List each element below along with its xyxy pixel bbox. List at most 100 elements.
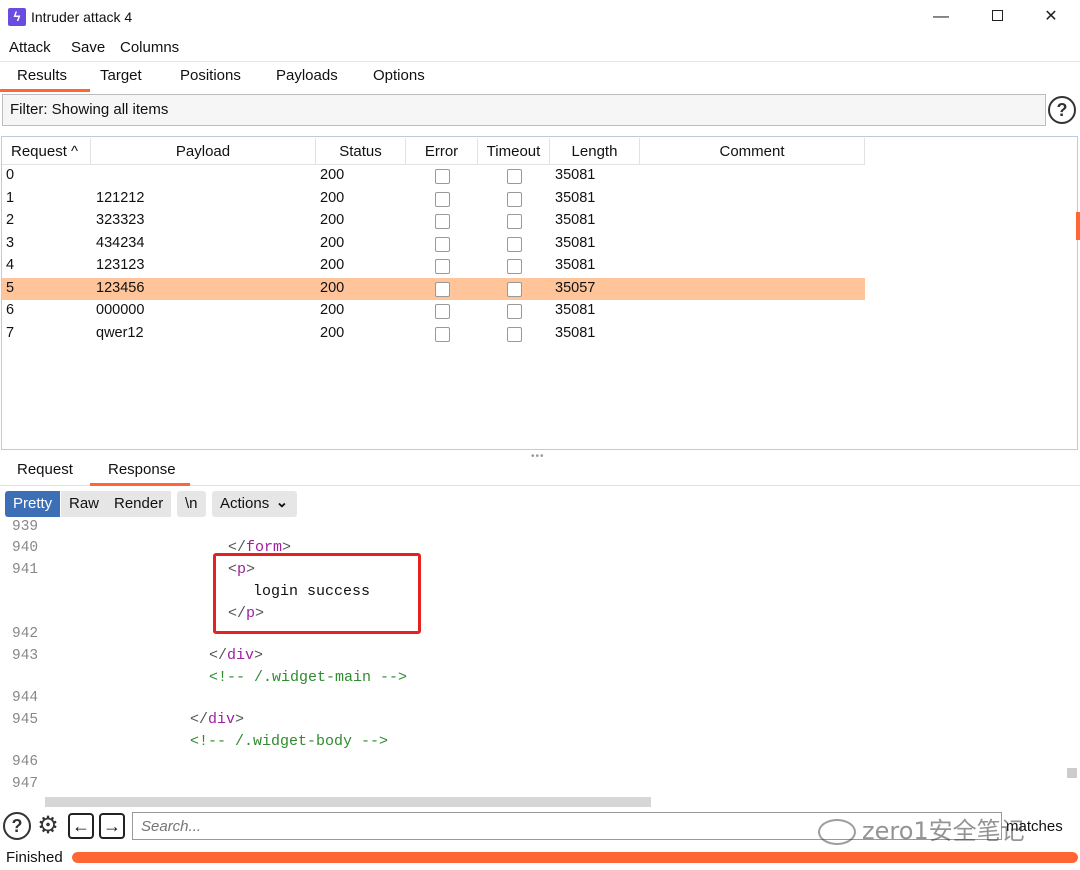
column-header-status[interactable]: Status	[316, 138, 406, 165]
menu-bar: Attack Save Columns	[0, 34, 1080, 60]
response-editor[interactable]: 939 940 941 942 943 944 945 946 947 </fo…	[0, 519, 1080, 810]
results-table: Request ^ Payload Status Error Timeout L…	[1, 136, 1078, 450]
filter-help-icon[interactable]: ?	[1048, 96, 1076, 124]
cell-payload: 323323	[96, 212, 145, 228]
maximize-button[interactable]	[974, 4, 1020, 30]
cell-payload: 123456	[96, 279, 145, 296]
table-row[interactable]: 1 121212 200 35081	[2, 188, 865, 211]
actions-dropdown[interactable]: Actions ⌄	[212, 491, 298, 517]
raw-button[interactable]: Raw	[61, 491, 108, 517]
error-checkbox[interactable]	[435, 281, 450, 297]
cell-length: 35081	[555, 324, 596, 341]
tab-options[interactable]: Options	[373, 67, 425, 84]
timeout-checkbox[interactable]	[507, 326, 522, 342]
table-row[interactable]: 4 123123 200 35081	[2, 255, 865, 278]
table-row[interactable]: 0 200 35081	[2, 165, 865, 188]
cell-status: 200	[320, 167, 345, 183]
highlight-annotation-box	[213, 553, 421, 634]
tab-request[interactable]: Request	[17, 461, 73, 478]
line-number: 943	[12, 648, 39, 664]
cell-length: 35081	[555, 212, 596, 228]
tab-results[interactable]: Results	[17, 67, 67, 84]
code-line-div-close: </div>	[209, 647, 264, 664]
line-number: 942	[12, 626, 39, 642]
next-match-button[interactable]: →	[99, 813, 125, 839]
status-text: Finished	[6, 849, 63, 866]
gear-icon[interactable]: ⚙	[34, 812, 62, 840]
horizontal-scrollbar[interactable]	[45, 797, 651, 807]
actions-label: Actions	[220, 495, 270, 512]
column-header-timeout[interactable]: Timeout	[478, 138, 550, 165]
line-number: 944	[12, 690, 39, 706]
wechat-icon	[818, 819, 856, 845]
error-checkbox[interactable]	[435, 259, 450, 274]
column-header-payload[interactable]: Payload	[91, 138, 316, 165]
cell-length: 35057	[555, 279, 596, 296]
main-tabs: Results Target Positions Payloads Option…	[0, 61, 1080, 92]
chevron-down-icon: ⌄	[275, 494, 289, 511]
table-row[interactable]: 3 434234 200 35081	[2, 233, 865, 256]
close-button[interactable]: ✕	[1028, 4, 1074, 30]
table-row[interactable]: 5 123456 200 35057	[2, 277, 865, 300]
cell-length: 35081	[555, 189, 596, 206]
column-header-error[interactable]: Error	[406, 138, 478, 165]
column-header-length[interactable]: Length	[550, 138, 640, 165]
tab-target[interactable]: Target	[100, 67, 142, 84]
error-checkbox[interactable]	[435, 236, 450, 252]
line-number: 939	[12, 519, 39, 535]
cell-status: 200	[320, 324, 345, 341]
cell-length: 35081	[555, 234, 596, 251]
timeout-checkbox[interactable]	[507, 214, 522, 229]
vertical-scrollbar[interactable]	[1067, 768, 1077, 778]
timeout-checkbox[interactable]	[507, 191, 522, 207]
cell-request: 2	[6, 212, 15, 228]
line-number: 947	[12, 776, 39, 792]
menu-columns[interactable]: Columns	[120, 39, 179, 56]
error-checkbox[interactable]	[435, 326, 450, 342]
cell-status: 200	[320, 302, 345, 318]
cell-payload: 000000	[96, 302, 145, 318]
table-row[interactable]: 7 qwer12 200 35081	[2, 323, 865, 346]
render-button[interactable]: Render	[106, 491, 172, 517]
window-edge-accent	[1076, 212, 1080, 240]
cell-request: 3	[6, 234, 15, 251]
active-tab-indicator	[0, 89, 90, 92]
tab-payloads[interactable]: Payloads	[276, 67, 338, 84]
timeout-checkbox[interactable]	[507, 304, 522, 319]
error-checkbox[interactable]	[435, 304, 450, 319]
newline-toggle[interactable]: \n	[177, 491, 206, 517]
help-icon[interactable]: ?	[3, 812, 31, 840]
table-row[interactable]: 6 000000 200 35081	[2, 300, 865, 323]
line-number: 941	[12, 562, 39, 578]
timeout-checkbox[interactable]	[507, 259, 522, 274]
tab-positions[interactable]: Positions	[180, 67, 241, 84]
error-checkbox[interactable]	[435, 214, 450, 229]
burp-app-icon: ϟ	[8, 8, 26, 26]
tab-response[interactable]: Response	[108, 461, 176, 478]
error-checkbox[interactable]	[435, 169, 450, 184]
cell-payload: 434234	[96, 234, 145, 251]
active-message-tab-indicator	[90, 483, 190, 486]
error-checkbox[interactable]	[435, 191, 450, 207]
cell-status: 200	[320, 279, 345, 296]
menu-attack[interactable]: Attack	[9, 39, 51, 56]
timeout-checkbox[interactable]	[507, 236, 522, 252]
cell-request: 7	[6, 324, 15, 341]
menu-save[interactable]: Save	[71, 39, 105, 56]
window-title: Intruder attack 4	[31, 9, 133, 25]
cell-payload: 121212	[96, 189, 145, 206]
previous-match-button[interactable]: ←	[68, 813, 94, 839]
line-number: 945	[12, 712, 39, 728]
timeout-checkbox[interactable]	[507, 169, 522, 184]
column-header-comment[interactable]: Comment	[640, 138, 865, 165]
pretty-button[interactable]: Pretty	[5, 491, 61, 517]
table-row[interactable]: 2 323323 200 35081	[2, 210, 865, 233]
cell-payload: qwer12	[96, 324, 144, 341]
cell-length: 35081	[555, 302, 596, 318]
code-line-comment-body: <!-- /.widget-body -->	[190, 733, 389, 750]
filter-bar[interactable]: Filter: Showing all items	[2, 94, 1046, 126]
timeout-checkbox[interactable]	[507, 281, 522, 297]
minimize-button[interactable]: —	[918, 4, 964, 30]
cell-length: 35081	[555, 257, 596, 273]
column-header-request[interactable]: Request ^	[2, 138, 91, 165]
